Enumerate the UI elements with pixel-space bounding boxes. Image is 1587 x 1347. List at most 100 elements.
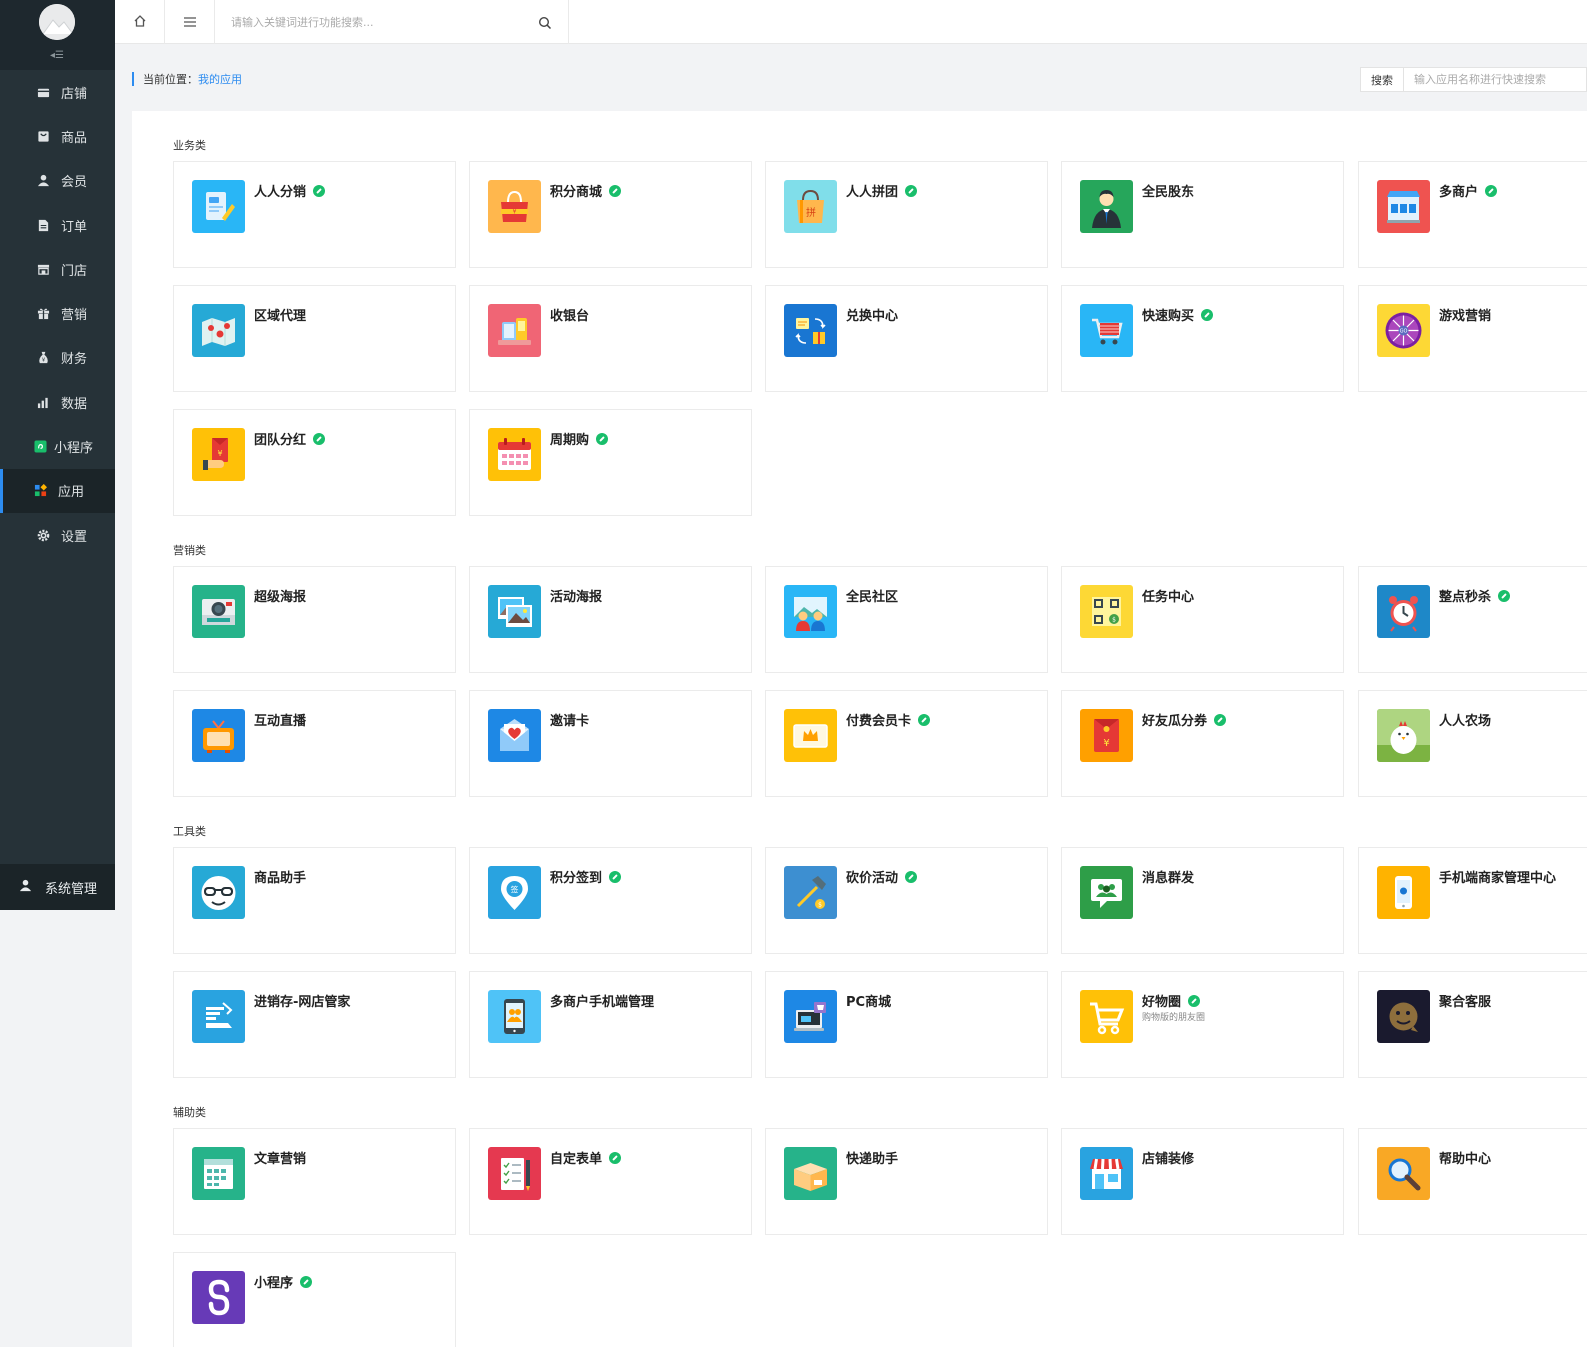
sidebar-item-gear[interactable]: 设置: [0, 513, 115, 557]
quick-search-button[interactable]: 搜索: [1361, 68, 1404, 91]
app-card[interactable]: 活动海报: [469, 566, 752, 673]
app-name-row: 邀请卡: [550, 710, 589, 729]
app-card[interactable]: 手机端商家管理中心: [1358, 847, 1587, 954]
app-card[interactable]: 店铺装修: [1061, 1128, 1344, 1235]
qrcode-icon: $: [1080, 585, 1133, 638]
app-name-row: 砍价活动: [846, 867, 918, 886]
app-name-row: 周期购: [550, 429, 609, 448]
sidebar-item-order[interactable]: 订单: [0, 203, 115, 247]
sidebar-item-user[interactable]: 会员: [0, 159, 115, 203]
logo[interactable]: [39, 4, 75, 40]
app-card[interactable]: 快速购买: [1061, 285, 1344, 392]
shop-decor-icon: [1080, 1147, 1133, 1200]
app-card[interactable]: 聚合客服: [1358, 971, 1587, 1078]
section-title: 辅助类: [173, 1106, 206, 1119]
quick-search-input[interactable]: [1404, 68, 1584, 91]
function-search-input[interactable]: [231, 15, 521, 29]
svg-text:¥: ¥: [513, 209, 517, 216]
vip-card-icon: [784, 709, 837, 762]
sidebar-item-goods[interactable]: 商品: [0, 114, 115, 158]
app-card[interactable]: ¥ 好友瓜分券: [1061, 690, 1344, 797]
app-card[interactable]: PC商城: [765, 971, 1048, 1078]
app-card[interactable]: 文章营销: [173, 1128, 456, 1235]
app-card[interactable]: 全民社区: [765, 566, 1048, 673]
app-card[interactable]: GO 游戏营销: [1358, 285, 1587, 392]
wheel-icon: GO: [1377, 304, 1430, 357]
app-name: 超级海报: [254, 590, 307, 605]
app-name: 砍价活动: [846, 871, 899, 886]
app-card[interactable]: ¥ 团队分红: [173, 409, 456, 516]
app-name-row: 团队分红: [254, 429, 326, 448]
app-name: 帮助中心: [1439, 1152, 1492, 1167]
app-card[interactable]: 整点秒杀: [1358, 566, 1587, 673]
app-card[interactable]: 全民股东: [1061, 161, 1344, 268]
sidebar-item-label: 商品: [61, 130, 88, 146]
svg-text:$: $: [1112, 617, 1116, 624]
apps-grid-icon: [33, 484, 47, 498]
svg-text:拼: 拼: [806, 206, 816, 219]
app-card[interactable]: 收银台: [469, 285, 752, 392]
hamburger-menu-icon: [183, 13, 197, 32]
sidebar-item-miniprogram[interactable]: 小程序: [0, 424, 115, 468]
app-card[interactable]: 超级海报: [173, 566, 456, 673]
app-card[interactable]: 帮助中心: [1358, 1128, 1587, 1235]
app-card[interactable]: 自定表单: [469, 1128, 752, 1235]
app-card[interactable]: 拼 人人拼团: [765, 161, 1048, 268]
app-card[interactable]: 周期购: [469, 409, 752, 516]
app-card[interactable]: 多商户: [1358, 161, 1587, 268]
app-name: 多商户手机端管理: [550, 995, 655, 1010]
app-name: 快速购买: [1142, 309, 1195, 324]
home-icon: [133, 13, 147, 32]
app-card[interactable]: 兑换中心: [765, 285, 1048, 392]
breadcrumb-current-link[interactable]: 我的应用: [198, 71, 242, 87]
home-button[interactable]: [115, 0, 165, 44]
sidebar-item-gift[interactable]: 营销: [0, 291, 115, 335]
phone-icon: [1377, 866, 1430, 919]
app-name-row: 好友瓜分券: [1142, 710, 1227, 729]
app-name: 区域代理: [254, 309, 307, 324]
link-badge-icon: [609, 870, 622, 883]
app-card[interactable]: 邀请卡: [469, 690, 752, 797]
app-name: 人人分销: [254, 185, 307, 200]
app-name-row: 积分商城: [550, 181, 622, 200]
app-card[interactable]: 多商户手机端管理: [469, 971, 752, 1078]
app-card[interactable]: 消息群发: [1061, 847, 1344, 954]
app-name-row: 整点秒杀: [1439, 586, 1511, 605]
sidebar-item-label: 会员: [61, 175, 88, 191]
app-card[interactable]: 付费会员卡: [765, 690, 1048, 797]
sidebar-item-apps-grid[interactable]: 应用: [0, 468, 115, 513]
app-card[interactable]: $ 砍价活动: [765, 847, 1048, 954]
app-card[interactable]: 区域代理: [173, 285, 456, 392]
app-card[interactable]: 签 积分签到: [469, 847, 752, 954]
app-card[interactable]: 进销存-网店管家: [173, 971, 456, 1078]
app-card[interactable]: 人人农场: [1358, 690, 1587, 797]
collapse-menu-icon[interactable]: ◂☰: [50, 50, 64, 61]
app-name-row: 全民社区: [846, 586, 898, 605]
app-card[interactable]: 互动直播: [173, 690, 456, 797]
app-name: 积分商城: [550, 185, 603, 200]
app-card[interactable]: ¥ 积分商城: [469, 161, 752, 268]
sidebar-item-shop[interactable]: 门店: [0, 247, 115, 291]
sidebar-item-store[interactable]: 店铺: [0, 70, 115, 114]
app-name-row: PC商城: [846, 991, 891, 1010]
sidebar-item-money-bag[interactable]: ¥ 财务: [0, 336, 115, 380]
menu-button[interactable]: [165, 0, 215, 44]
app-card[interactable]: 商品助手: [173, 847, 456, 954]
app-name-row: 兑换中心: [846, 305, 898, 324]
link-badge-icon: [1201, 308, 1214, 321]
app-name-row: 快递助手: [846, 1148, 898, 1167]
search-icon[interactable]: [538, 15, 552, 34]
store-icon: [36, 85, 50, 99]
multi-merchant-icon: [1377, 180, 1430, 233]
app-card[interactable]: $ 任务中心: [1061, 566, 1344, 673]
app-card[interactable]: 好物圈 购物版的朋友圈: [1061, 971, 1344, 1078]
app-card[interactable]: 快递助手: [765, 1128, 1048, 1235]
sidebar-item-bar-chart[interactable]: 数据: [0, 380, 115, 424]
app-card[interactable]: 人人分销: [173, 161, 456, 268]
app-card[interactable]: 小程序: [173, 1252, 456, 1347]
app-name: 快递助手: [846, 1152, 899, 1167]
app-name-row: 聚合客服: [1439, 991, 1491, 1010]
link-badge-icon: [313, 184, 326, 197]
system-management-button[interactable]: 系统管理: [0, 864, 115, 910]
app-name-row: 消息群发: [1142, 867, 1194, 886]
